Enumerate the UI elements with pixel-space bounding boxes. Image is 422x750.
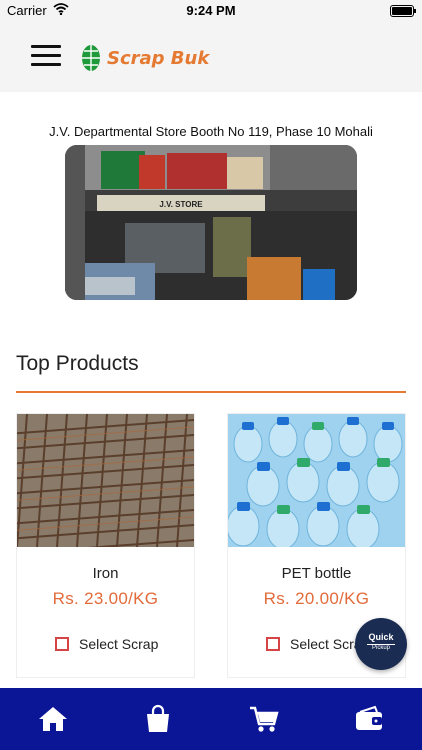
store-sign: J.V. STORE <box>159 200 203 209</box>
brand-logo: Scrap Buk <box>81 42 209 74</box>
section-divider <box>16 391 406 393</box>
product-price: Rs. 20.00/KG <box>263 589 370 608</box>
store-photo: J.V. STORE <box>65 145 357 300</box>
carrier-label: Carrier <box>7 3 47 18</box>
quick-pickup-sublabel: Pickup <box>371 645 390 651</box>
cart-icon[interactable] <box>248 704 280 734</box>
battery-icon <box>390 5 416 17</box>
product-name: PET bottle <box>281 565 352 582</box>
bottom-nav <box>0 688 422 750</box>
menu-icon[interactable] <box>31 45 61 69</box>
wallet-icon[interactable] <box>353 704 385 734</box>
checkbox-icon[interactable] <box>55 637 69 651</box>
section-title: Top Products <box>16 352 139 375</box>
shopping-bag-icon[interactable] <box>142 704 174 734</box>
select-scrap-pet-bottle[interactable]: Select Scrap <box>266 636 369 652</box>
product-card-iron[interactable]: Iron Rs. 23.00/KG Select Scrap <box>16 413 195 678</box>
status-bar: Carrier 9:24 PM <box>0 0 422 22</box>
quick-pickup-button[interactable]: Quick Pickup <box>355 618 407 670</box>
quick-pickup-label: Quick <box>368 632 394 642</box>
select-scrap-iron[interactable]: Select Scrap <box>55 636 158 652</box>
product-image-iron <box>17 414 194 547</box>
checkbox-icon[interactable] <box>266 637 280 651</box>
store-name: J.V. Departmental Store Booth No 119, Ph… <box>49 124 373 139</box>
product-name: Iron <box>92 565 119 582</box>
wifi-icon <box>53 3 69 19</box>
app-header: Scrap Buk <box>0 22 422 92</box>
product-image-pet-bottle <box>228 414 405 547</box>
select-scrap-label: Select Scrap <box>79 636 159 652</box>
product-price: Rs. 23.00/KG <box>52 589 159 608</box>
home-icon[interactable] <box>37 704 69 734</box>
brand-name: Scrap Buk <box>107 47 210 69</box>
leaf-logo-icon <box>82 45 100 71</box>
